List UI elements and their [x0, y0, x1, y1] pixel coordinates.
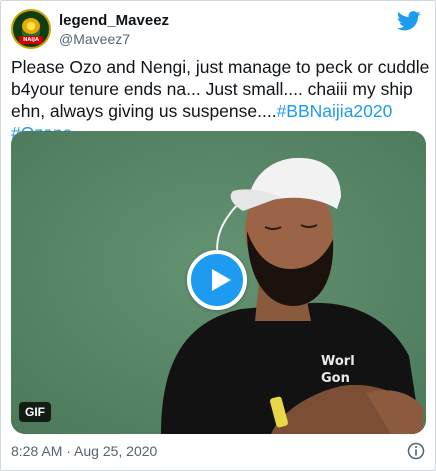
twitter-bird-icon[interactable] [397, 11, 421, 31]
gif-badge: GIF [19, 402, 51, 422]
avatar-eye-graphic [22, 18, 40, 34]
author-names[interactable]: legend_Maveez @Maveez7 [59, 11, 169, 48]
tweet-card: NAIJA legend_Maveez @Maveez7 Please Ozo … [0, 0, 436, 471]
play-icon [212, 269, 231, 291]
avatar-badge: NAIJA [19, 36, 43, 44]
info-icon[interactable] [407, 442, 425, 460]
shirt-text-line2: Gon [321, 371, 350, 386]
author-handle[interactable]: @Maveez7 [59, 30, 169, 48]
author-display-name[interactable]: legend_Maveez [59, 11, 169, 30]
play-button[interactable] [187, 250, 247, 310]
shirt-text-line1: Worl [321, 354, 355, 369]
tweet-header: NAIJA legend_Maveez @Maveez7 [11, 9, 425, 49]
hashtag-link[interactable]: #BBNaijia2020 [277, 101, 393, 121]
tweet-footer: 8:28 AM · Aug 25, 2020 [11, 441, 425, 461]
gif-media[interactable]: Worl Gon GIF [11, 131, 426, 434]
tweet-timestamp[interactable]: 8:28 AM · Aug 25, 2020 [11, 443, 157, 459]
avatar[interactable]: NAIJA [11, 9, 51, 49]
